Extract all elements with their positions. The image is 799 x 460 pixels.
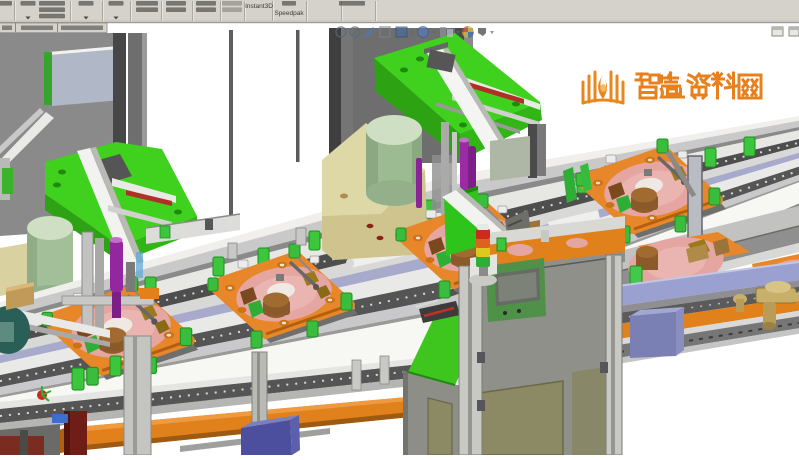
svg-text:Speedpak: Speedpak (274, 10, 304, 17)
svg-text:Instant3D: Instant3D (245, 3, 273, 10)
